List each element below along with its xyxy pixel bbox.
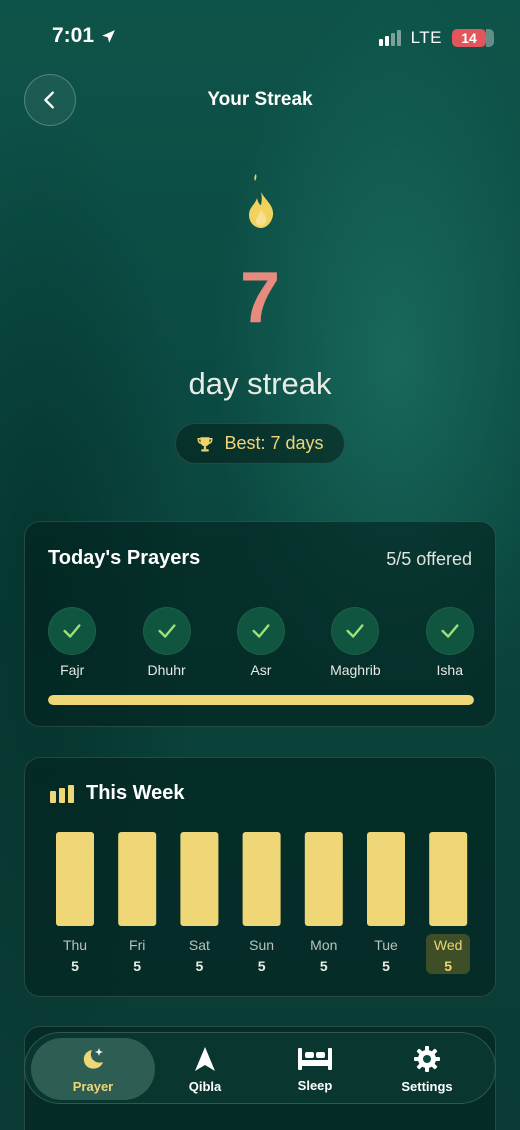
week-bar-wed <box>429 832 468 926</box>
week-day-wed: Wed 5 <box>426 934 471 974</box>
tab-qibla-label: Qibla <box>188 1078 222 1094</box>
prayer-name: Dhuhr <box>147 662 186 678</box>
page-title: Your Streak <box>207 89 313 110</box>
tab-sleep-label: Sleep <box>297 1077 333 1093</box>
tab-prayer-label: Prayer <box>72 1078 114 1094</box>
tab-sleep[interactable]: Sleep <box>265 1033 365 1105</box>
week-day-thu: Thu 5 <box>53 937 97 974</box>
week-day-name: Sat <box>188 937 210 953</box>
week-bar-mon <box>304 832 343 926</box>
week-bar-thu <box>56 832 94 926</box>
prayers-offered-count: 5/5 offered <box>386 549 472 569</box>
trophy-icon <box>197 436 213 451</box>
week-day-count: 5 <box>382 958 390 974</box>
todays-prayers-title: Today's Prayers <box>48 547 201 569</box>
this-week-header: This Week <box>50 782 185 805</box>
prayer-item[interactable]: Isha <box>403 607 497 678</box>
week-day-count: 5 <box>319 958 328 974</box>
week-bar-sat <box>180 832 219 926</box>
check-icon <box>48 607 97 655</box>
week-day-sat: Sat 5 <box>177 937 221 974</box>
prayer-progress-bar <box>48 695 474 705</box>
tab-prayer[interactable]: Prayer <box>31 1038 155 1100</box>
check-icon <box>142 607 191 655</box>
check-icon <box>331 607 380 655</box>
streak-label: day streak <box>188 366 332 401</box>
moon-stars-icon <box>83 1047 103 1069</box>
bar-chart-icon <box>50 784 74 803</box>
week-day-count: 5 <box>133 958 142 974</box>
check-icon <box>236 607 285 655</box>
prayer-item[interactable]: Fajr <box>25 607 119 678</box>
week-day-name: Fri <box>129 937 146 953</box>
prayer-name: Asr <box>250 662 272 678</box>
status-time: 7:01 <box>52 24 117 48</box>
status-time-text: 7:01 <box>52 24 95 47</box>
best-streak-badge: Best: 7 days <box>175 423 345 464</box>
this-week-title: This Week <box>86 782 185 804</box>
todays-prayers-card: Today's Prayers 5/5 offered Fajr Dhuhr A… <box>24 521 496 727</box>
tab-settings[interactable]: Settings <box>377 1033 477 1105</box>
week-day-name: Tue <box>374 937 398 953</box>
prayer-progress-fill <box>48 695 474 705</box>
week-bar-sun <box>242 832 281 926</box>
week-day-name: Wed <box>433 937 463 953</box>
tab-bar: Prayer Qibla Sleep Settings <box>24 1032 496 1104</box>
this-week-card: This Week Thu 5 Fri 5 Sat 5 Sun 5 Mon 5 Tue 5 Wed 5 <box>24 757 496 997</box>
week-day-tue: Tue 5 <box>364 937 408 974</box>
prayer-item[interactable]: Maghrib <box>308 607 402 678</box>
prayer-name: Fajr <box>60 662 85 678</box>
week-bar-tue <box>367 832 405 926</box>
prayer-name: Maghrib <box>330 662 381 678</box>
check-icon <box>425 607 474 655</box>
prayer-item[interactable]: Dhuhr <box>119 607 213 678</box>
week-day-count: 5 <box>195 958 204 974</box>
navigation-arrow-icon <box>195 1046 215 1071</box>
week-day-mon: Mon 5 <box>302 937 346 974</box>
status-indicators: LTE 14 <box>378 28 494 48</box>
week-day-count: 5 <box>257 958 266 974</box>
tab-settings-label: Settings <box>401 1078 453 1094</box>
week-day-name: Mon <box>310 937 338 953</box>
week-bar-fri <box>118 832 157 926</box>
prayer-item[interactable]: Asr <box>214 607 308 678</box>
week-day-name: Thu <box>62 937 88 953</box>
battery-level: 14 <box>461 30 477 46</box>
location-arrow-icon <box>102 29 115 43</box>
week-day-fri: Fri 5 <box>115 937 159 974</box>
battery-icon: 14 <box>452 29 494 47</box>
prayer-list: Fajr Dhuhr Asr Maghrib Isha <box>25 607 497 678</box>
week-day-sun: Sun 5 <box>240 937 284 974</box>
week-day-name: Sun <box>249 937 275 953</box>
week-bar-chart <box>56 832 468 926</box>
best-streak-text: Best: 7 days <box>224 433 324 453</box>
week-day-count: 5 <box>71 958 79 974</box>
streak-count: 7 <box>239 258 281 338</box>
gear-icon <box>414 1045 440 1072</box>
week-day-count: 5 <box>444 958 453 974</box>
prayer-name: Isha <box>436 662 463 678</box>
flame-icon <box>249 174 274 228</box>
bed-icon <box>298 1047 332 1070</box>
network-type: LTE <box>410 28 442 47</box>
tab-qibla[interactable]: Qibla <box>155 1033 255 1105</box>
cellular-signal-icon <box>378 30 401 46</box>
